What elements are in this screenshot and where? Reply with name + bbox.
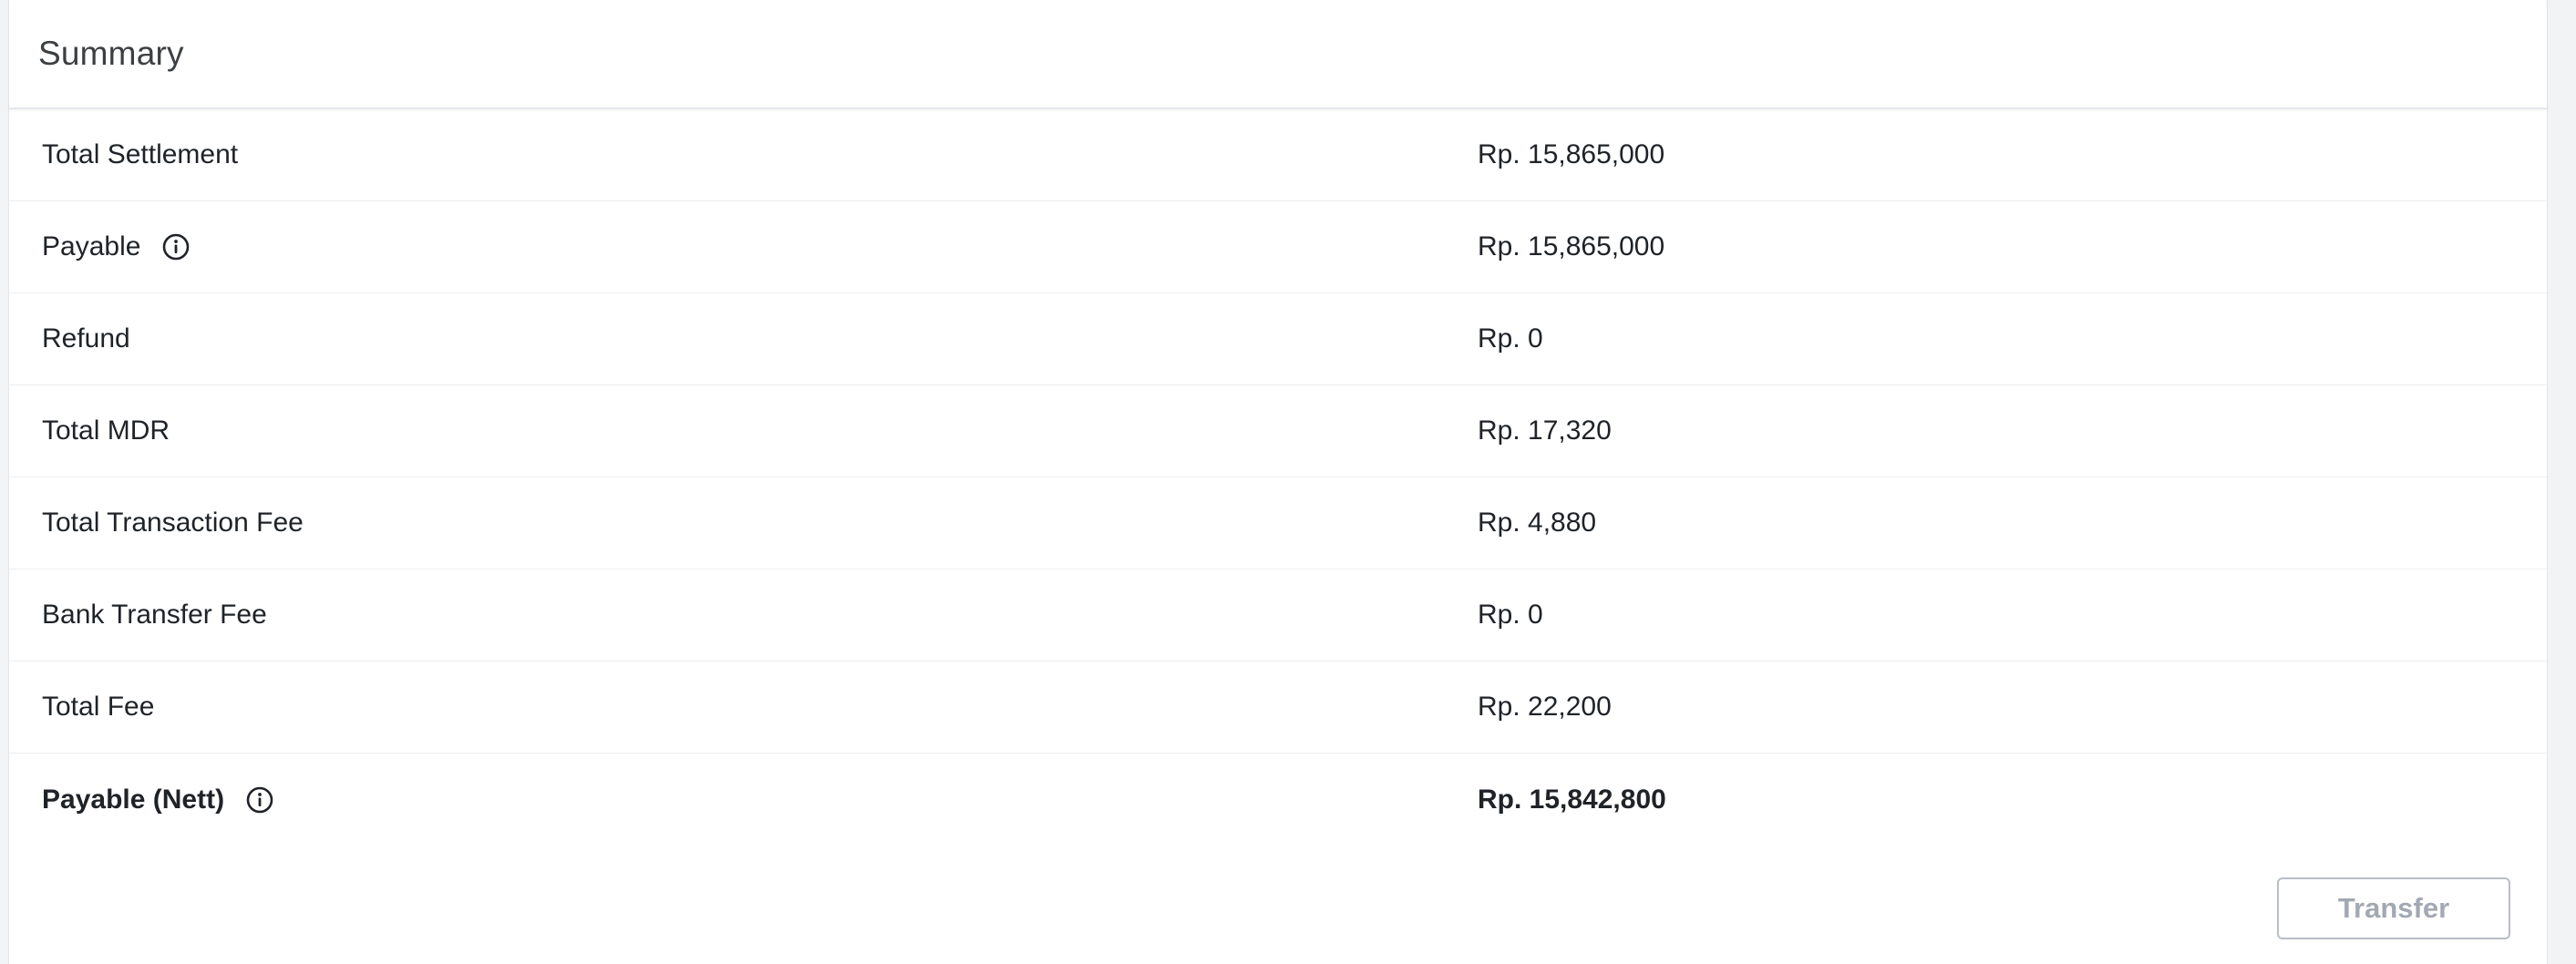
summary-footer: Transfer <box>9 856 2547 964</box>
row-value: Rp. 0 <box>1478 600 1543 630</box>
row-value: Rp. 17,320 <box>1478 415 1612 446</box>
summary-row-total-mdr: Total MDR Rp. 17,320 <box>9 385 2547 477</box>
summary-header: Summary <box>9 0 2547 109</box>
summary-row-refund: Refund Rp. 0 <box>9 293 2547 385</box>
summary-row-total-settlement: Total Settlement Rp. 15,865,000 <box>9 109 2547 201</box>
summary-row-payable-nett: Payable (Nett) Rp. 15,842,800 <box>9 754 2547 846</box>
summary-row-total-transaction-fee: Total Transaction Fee Rp. 4,880 <box>9 477 2547 569</box>
row-value: Rp. 15,865,000 <box>1478 231 1665 262</box>
row-value: Rp. 22,200 <box>1478 692 1612 722</box>
row-value: Rp. 15,865,000 <box>1478 139 1665 169</box>
transfer-button[interactable]: Transfer <box>2277 877 2510 939</box>
row-label: Total MDR <box>42 415 170 446</box>
row-label: Refund <box>42 323 130 354</box>
row-value: Rp. 4,880 <box>1478 508 1597 538</box>
summary-row-bank-transfer-fee: Bank Transfer Fee Rp. 0 <box>9 569 2547 661</box>
info-circle-icon[interactable] <box>244 785 275 815</box>
row-label: Payable <box>42 231 141 262</box>
summary-row-total-fee: Total Fee Rp. 22,200 <box>9 661 2547 754</box>
row-value: Rp. 15,842,800 <box>1478 784 1666 815</box>
row-label: Bank Transfer Fee <box>42 600 267 630</box>
row-value: Rp. 0 <box>1478 323 1543 354</box>
row-label: Total Settlement <box>42 139 239 169</box>
summary-table: Total Settlement Rp. 15,865,000 Payable … <box>9 109 2547 846</box>
info-circle-icon[interactable] <box>160 231 191 262</box>
summary-card: Summary Total Settlement Rp. 15,865,000 … <box>8 0 2548 964</box>
summary-title: Summary <box>38 35 184 72</box>
summary-row-payable: Payable Rp. 15,865,000 <box>9 201 2547 293</box>
row-label: Total Transaction Fee <box>42 508 304 538</box>
row-label: Total Fee <box>42 692 155 722</box>
row-label: Payable (Nett) <box>42 784 225 815</box>
